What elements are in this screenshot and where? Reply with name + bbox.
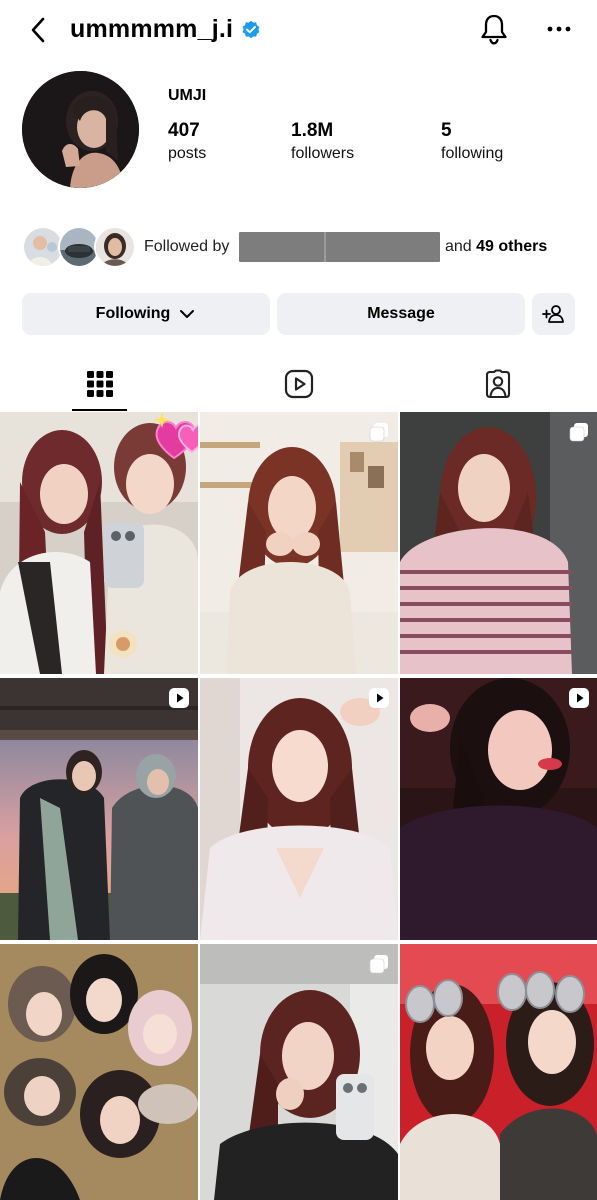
followed-by-label: Followed by bbox=[144, 238, 230, 255]
grid-post[interactable] bbox=[400, 412, 597, 674]
profile-display-name: UMJI bbox=[168, 87, 207, 104]
tab-reels[interactable] bbox=[199, 356, 398, 412]
followed-by-row[interactable]: Followed by and 49 others bbox=[22, 226, 582, 268]
bell-icon bbox=[481, 14, 507, 45]
followers-count-label: followers bbox=[291, 145, 355, 162]
followers-count-value: 1.8M bbox=[291, 120, 334, 141]
more-options-button[interactable] bbox=[544, 16, 574, 42]
reels-icon bbox=[284, 369, 313, 399]
reel-icon bbox=[369, 688, 389, 708]
grid-post[interactable] bbox=[200, 944, 398, 1200]
post-thumbnail bbox=[200, 412, 398, 674]
profile-tabs bbox=[0, 356, 597, 412]
grid-post[interactable] bbox=[0, 944, 198, 1200]
grid-post[interactable] bbox=[0, 412, 198, 674]
following-count[interactable]: 5 following bbox=[441, 120, 503, 163]
following-count-value: 5 bbox=[441, 120, 452, 141]
carousel-icon bbox=[369, 423, 388, 442]
post-thumbnail bbox=[200, 678, 398, 940]
following-count-label: following bbox=[441, 145, 504, 162]
carousel-icon bbox=[369, 955, 388, 974]
hearts-sticker-icon bbox=[154, 412, 198, 460]
tagged-person-icon bbox=[485, 369, 510, 399]
tab-posts-grid[interactable] bbox=[0, 356, 199, 412]
message-button-label: Message bbox=[367, 305, 435, 322]
following-button-label: Following bbox=[95, 305, 171, 322]
grid-post[interactable] bbox=[200, 678, 398, 940]
posts-count[interactable]: 407 posts bbox=[168, 120, 206, 163]
posts-count-value: 407 bbox=[168, 120, 200, 141]
message-button[interactable]: Message bbox=[277, 293, 525, 335]
top-bar: ummmmm_j.i bbox=[0, 0, 597, 62]
followed-by-others-count: 49 others bbox=[476, 238, 548, 255]
following-button[interactable]: Following bbox=[22, 293, 270, 335]
post-thumbnail bbox=[0, 944, 198, 1200]
grid-post[interactable] bbox=[200, 412, 398, 674]
reel-icon bbox=[169, 688, 189, 708]
back-button[interactable] bbox=[24, 14, 52, 46]
avatar-photo bbox=[22, 71, 139, 188]
grid-post[interactable] bbox=[400, 944, 597, 1200]
post-thumbnail bbox=[200, 944, 398, 1200]
active-tab-indicator bbox=[72, 409, 127, 411]
carousel-icon bbox=[569, 423, 588, 442]
tab-tagged[interactable] bbox=[398, 356, 597, 412]
mutual-avatars bbox=[22, 226, 136, 268]
post-thumbnail bbox=[0, 678, 198, 940]
post-thumbnail bbox=[400, 944, 597, 1200]
followed-by-others: and 49 others bbox=[445, 238, 547, 256]
posts-count-label: posts bbox=[168, 145, 207, 162]
notifications-button[interactable] bbox=[478, 12, 510, 46]
redacted-usernames bbox=[239, 232, 440, 262]
add-person-icon bbox=[541, 305, 564, 323]
verified-badge-icon bbox=[242, 20, 260, 39]
followed-by-and: and bbox=[445, 238, 472, 255]
profile-avatar[interactable] bbox=[22, 71, 139, 188]
post-thumbnail bbox=[400, 412, 597, 674]
grid-post[interactable] bbox=[400, 678, 597, 940]
posts-grid bbox=[0, 412, 597, 1200]
add-user-button[interactable] bbox=[532, 293, 575, 335]
reel-icon bbox=[569, 688, 589, 708]
grid-icon bbox=[86, 371, 113, 397]
followers-count[interactable]: 1.8M followers bbox=[291, 120, 354, 163]
mutual-avatar bbox=[94, 226, 136, 268]
post-thumbnail bbox=[400, 678, 597, 940]
chevron-left-icon bbox=[31, 17, 45, 43]
chevron-down-icon bbox=[180, 310, 195, 318]
more-horizontal-icon bbox=[547, 26, 571, 32]
profile-username: ummmmm_j.i bbox=[70, 15, 234, 43]
grid-post[interactable] bbox=[0, 678, 198, 940]
